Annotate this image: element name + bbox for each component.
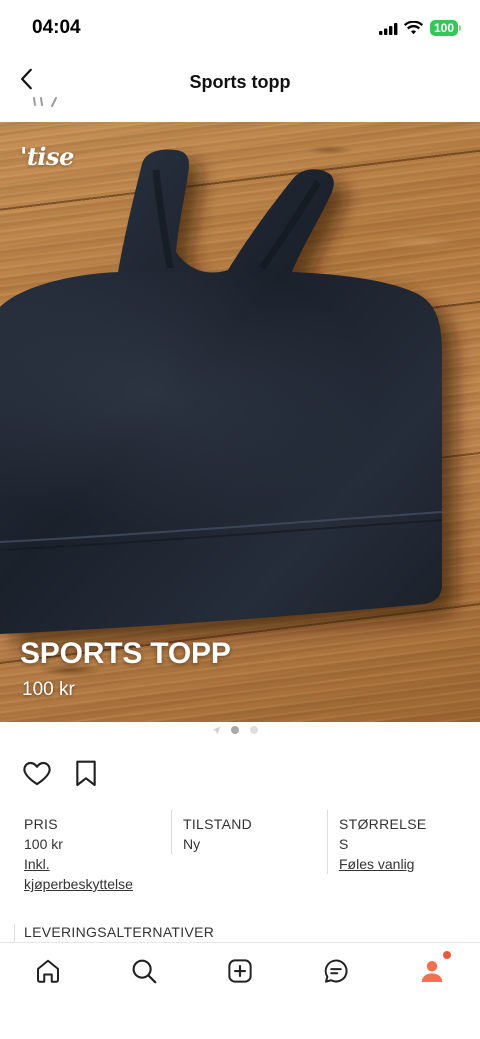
battery-level: 100 xyxy=(430,20,458,36)
page-dot[interactable] xyxy=(250,726,258,734)
chat-icon[interactable] xyxy=(321,956,351,986)
sports-bra-image xyxy=(0,149,456,646)
tise-logo: 'tise xyxy=(20,142,74,171)
delivery-heading: LEVERINGSALTERNATIVER xyxy=(24,924,215,940)
wifi-icon xyxy=(404,21,423,35)
detail-price: PRIS 100 kr Inkl. kjøperbeskyttelse xyxy=(24,810,160,894)
detail-label: PRIS xyxy=(24,816,58,832)
scrolled-content-edge xyxy=(33,97,57,107)
home-icon[interactable] xyxy=(33,956,63,986)
notification-badge xyxy=(443,951,451,959)
bookmark-icon[interactable] xyxy=(72,757,100,789)
heart-icon[interactable] xyxy=(21,757,53,789)
listing-photo[interactable]: 'tise SPORTS TOPP 100 kr xyxy=(0,122,480,722)
status-time: 04:04 xyxy=(32,17,81,38)
page-title: Sports topp xyxy=(189,72,291,92)
page-dot[interactable] xyxy=(231,726,239,734)
size-fit-link[interactable]: Føles vanlig xyxy=(339,854,479,874)
garment-sheen xyxy=(0,272,442,542)
profile-icon[interactable] xyxy=(417,956,447,986)
delivery-divider xyxy=(14,924,15,942)
signal-icon xyxy=(379,23,398,35)
photo-overlay-price: 100 kr xyxy=(22,679,75,700)
detail-condition: TILSTAND Ny xyxy=(171,810,328,854)
tab-bar xyxy=(0,942,480,1001)
plus-square-icon[interactable] xyxy=(225,956,255,986)
detail-label: TILSTAND xyxy=(183,816,253,832)
location-arrow-icon xyxy=(212,726,221,735)
detail-value: 100 kr xyxy=(24,836,63,852)
search-icon[interactable] xyxy=(129,956,159,986)
detail-value: S xyxy=(339,836,349,852)
battery-nub xyxy=(459,25,461,31)
buyer-protection-link[interactable]: Inkl. kjøperbeskyttelse xyxy=(24,854,160,894)
photo-page-indicator[interactable] xyxy=(0,724,480,736)
photo-overlay-title: SPORTS TOPP xyxy=(20,637,231,670)
detail-label: STØRRELSE xyxy=(339,816,427,832)
detail-value: Ny xyxy=(183,836,201,852)
detail-size: STØRRELSE S Føles vanlig xyxy=(327,810,479,874)
